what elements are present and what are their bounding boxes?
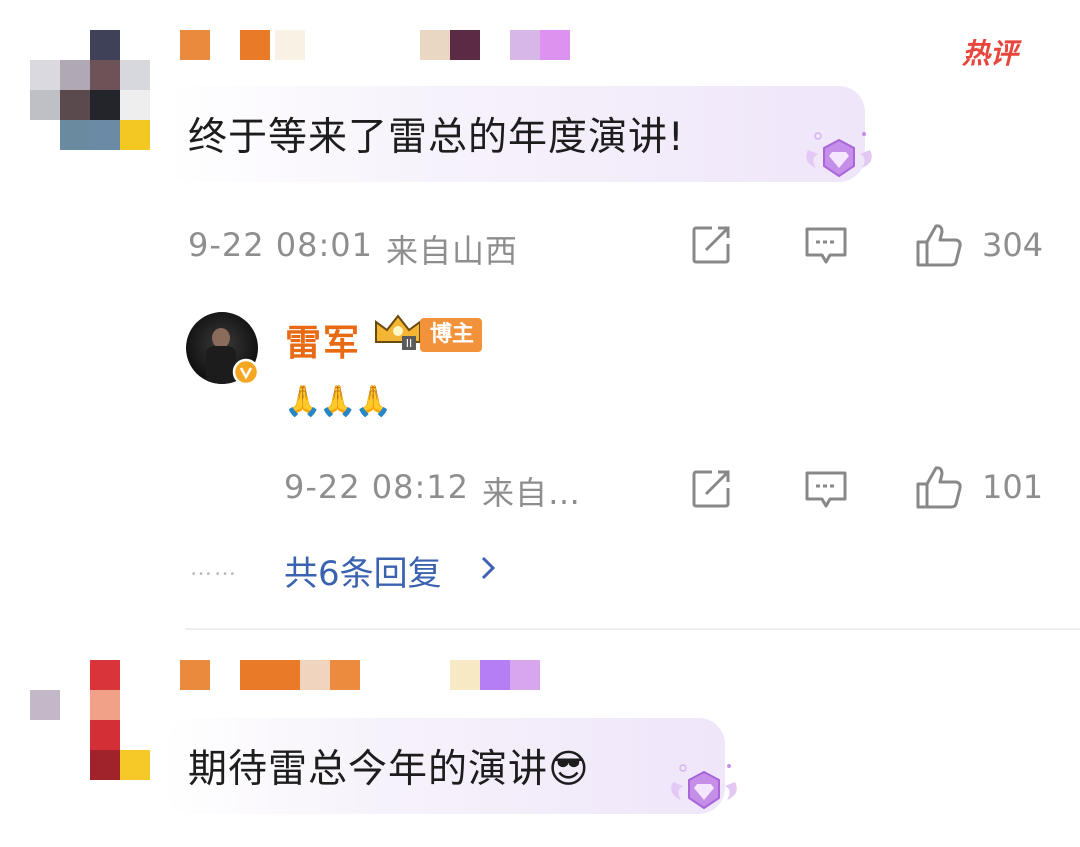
reply-text: 🙏🙏🙏 [284, 384, 392, 419]
reply-author[interactable]: 雷军 [285, 314, 361, 366]
like-count: 101 [982, 468, 1044, 506]
blogger-tag: 博主 [420, 318, 483, 352]
username-mosaic[interactable] [180, 30, 580, 60]
like-icon[interactable] [914, 222, 964, 268]
comment-text: 终于等来了雷总的年度演讲! [188, 115, 685, 160]
user-avatar[interactable] [30, 660, 150, 780]
more-dots: …… [190, 556, 238, 581]
view-all-replies-link[interactable]: 共6条回复 [284, 546, 442, 595]
comment-time: 9-22 08:01 [188, 226, 374, 264]
verified-icon [232, 358, 260, 386]
comment-icon[interactable] [804, 226, 848, 266]
username-mosaic[interactable] [180, 660, 580, 690]
fan-badge-icon [671, 764, 737, 810]
comment-icon[interactable] [804, 470, 848, 510]
like-count: 304 [982, 226, 1044, 264]
share-icon[interactable] [690, 224, 732, 266]
crown-icon: II [375, 314, 421, 350]
chevron-right-icon[interactable] [478, 554, 498, 582]
user-avatar[interactable] [30, 30, 150, 150]
like-icon[interactable] [914, 464, 964, 510]
comment-text: 期待雷总今年的演讲😎 [188, 747, 590, 792]
share-icon[interactable] [690, 468, 732, 510]
divider [185, 628, 1080, 630]
comment-location: 来自山西 [386, 232, 519, 270]
reply-location: 来自… [482, 474, 582, 512]
fan-badge-icon [806, 132, 872, 178]
reply-time: 9-22 08:12 [284, 468, 470, 506]
svg-text:II: II [406, 337, 413, 350]
hot-comment-badge: 热评 [962, 37, 1019, 70]
